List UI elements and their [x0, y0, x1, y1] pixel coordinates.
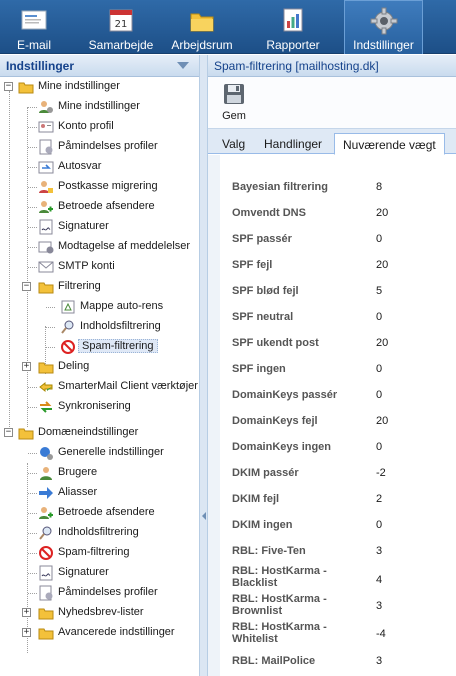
notification-icon — [38, 241, 54, 254]
reminder-icon — [39, 139, 53, 155]
nav-indstillinger[interactable]: Indstillinger — [344, 0, 423, 54]
nav-indstillinger-label: Indstillinger — [353, 38, 414, 52]
folder-icon — [190, 13, 214, 32]
nav-email-label: E-mail — [16, 38, 51, 52]
collapse-toggle-icon[interactable]: − — [4, 428, 13, 437]
tab-handlinger[interactable]: Handlinger — [256, 133, 330, 154]
arrow-right-icon — [39, 487, 53, 499]
no-entry-icon — [61, 340, 75, 354]
save-button[interactable]: Gem — [218, 83, 250, 122]
nav-arbejdsrum[interactable]: Arbejdsrum — [166, 0, 238, 54]
tools-icon — [39, 381, 53, 393]
spam-filter-panel: Spam-filtrering [mailhosting.dk] Gem Val… — [208, 55, 456, 676]
collapse-left-arrow-icon[interactable] — [202, 512, 206, 520]
settings-panel-title: Indstillinger — [6, 59, 75, 73]
globe-gear-icon — [40, 447, 53, 460]
nav-samarbejde[interactable]: 21 Samarbejde — [84, 0, 158, 54]
tab-valg[interactable]: Valg — [214, 133, 253, 154]
folder-icon — [38, 628, 54, 640]
save-button-label: Gem — [222, 110, 246, 122]
settings-tree-panel: Indstillinger − Mine indstillinger Mine … — [0, 55, 200, 676]
top-navigation: E-mail 21 Samarbejde Arbejdsrum Rapporte… — [0, 0, 456, 54]
tab-bar: Valg Handlinger Nuværende vægt — [208, 129, 456, 155]
calendar-icon: 21 — [109, 9, 133, 32]
expand-toggle-icon[interactable]: + — [22, 608, 31, 617]
folder-icon — [38, 608, 54, 620]
expand-toggle-icon[interactable]: + — [22, 628, 31, 637]
collapse-toggle-icon[interactable]: − — [22, 282, 31, 291]
nav-email[interactable]: E-mail — [0, 0, 68, 54]
nav-arbejdsrum-label: Arbejdsrum — [171, 38, 233, 52]
signature-icon — [39, 219, 53, 235]
toolbar: Gem — [208, 77, 456, 129]
settings-panel-header: Indstillinger — [0, 55, 199, 77]
panel-splitter[interactable] — [200, 55, 208, 676]
folder-icon — [18, 82, 34, 94]
report-icon — [283, 8, 303, 32]
gear-icon — [370, 7, 397, 35]
autoreply-icon — [38, 161, 54, 174]
no-entry-icon — [39, 546, 53, 560]
floppy-disk-icon — [224, 84, 244, 104]
reminder-icon — [39, 585, 53, 601]
profile-card-icon — [38, 121, 54, 133]
sync-icon — [40, 401, 52, 413]
smtp-icon — [38, 261, 54, 273]
collapse-toggle-icon[interactable]: − — [4, 82, 13, 91]
current-weights-list: Bayesian filtrering 8 Omvendt DNS 20 SPF p… — [208, 155, 456, 676]
email-icon — [21, 10, 47, 30]
user-icon — [40, 467, 52, 480]
trusted-user-icon — [39, 507, 53, 519]
folder-icon — [18, 428, 34, 440]
svg-text:21: 21 — [115, 19, 128, 30]
panel-title: Spam-filtrering [mailhosting.dk] — [208, 55, 456, 77]
magnifier-icon — [39, 526, 52, 540]
nav-rapporter-label: Rapporter — [266, 38, 320, 52]
magnifier-icon — [61, 320, 74, 334]
signature-icon — [39, 565, 53, 581]
folder-icon — [38, 362, 54, 374]
migrate-icon — [39, 181, 53, 193]
expand-toggle-icon[interactable]: + — [22, 362, 31, 371]
folder-icon — [38, 282, 54, 294]
nav-samarbejde-label: Samarbejde — [88, 38, 154, 52]
collapse-arrow-icon[interactable] — [177, 62, 189, 69]
nav-rapporter[interactable]: Rapporter — [256, 0, 330, 54]
settings-tree: − Mine indstillinger Mine indstillinger … — [0, 77, 199, 676]
tab-nuvaerende-vaegt[interactable]: Nuværende vægt — [334, 133, 445, 155]
user-gear-icon — [39, 101, 53, 113]
trusted-user-icon — [39, 201, 53, 213]
auto-clean-icon — [61, 300, 75, 314]
